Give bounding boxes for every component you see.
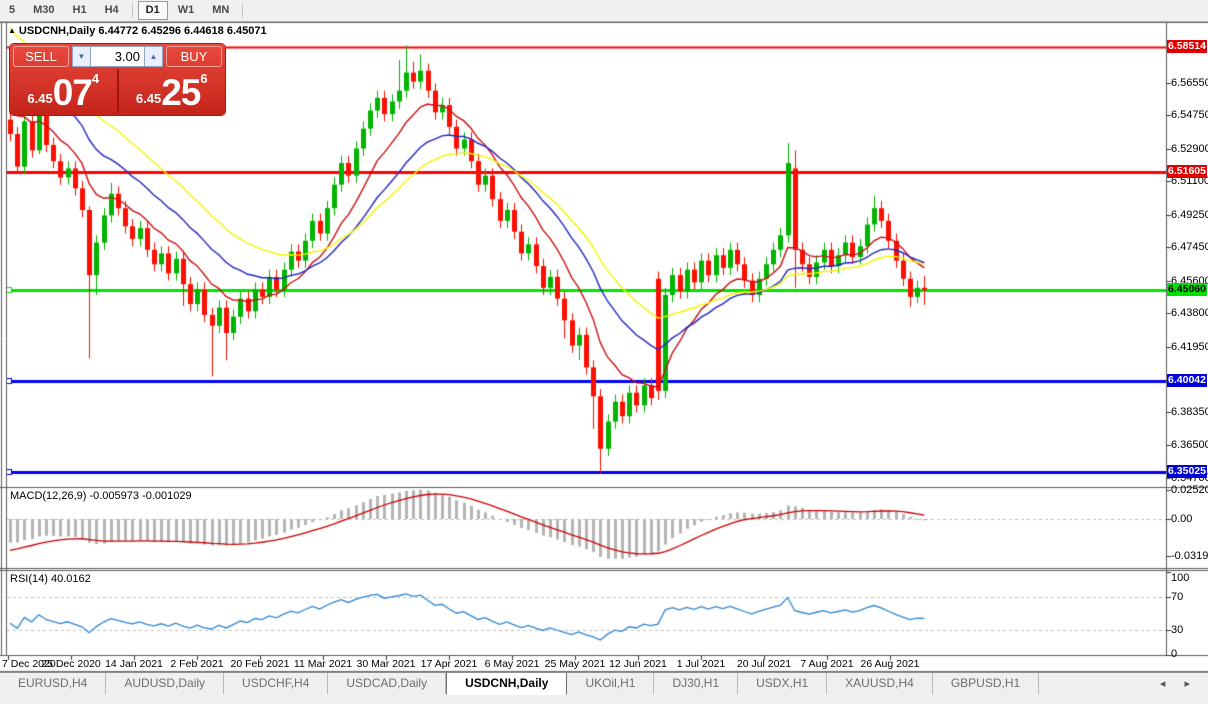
date-axis-label: 26 Aug 2021 bbox=[860, 658, 920, 670]
rsi-label: RSI(14) 40.0162 bbox=[10, 573, 91, 585]
terminal-window: 5 M30 H1 H4 D1 W1 MN ▲ USDCNH,Daily 6.44772 6.4… bbox=[0, 0, 1208, 704]
sell-price-main: 07 bbox=[52, 72, 93, 113]
timeframe-button-d1[interactable]: D1 bbox=[137, 1, 168, 20]
chart-tab-gbpusd[interactable]: GBPUSD,H1 bbox=[933, 673, 1040, 694]
price-level-badge: 6.35025 bbox=[1167, 465, 1207, 478]
buy-price-main: 25 bbox=[161, 72, 201, 113]
date-axis-label: 25 Dec 2020 bbox=[41, 658, 101, 670]
chart-tab-xauusd[interactable]: XAUUSD,H4 bbox=[827, 673, 933, 694]
chart-tab-eurusd[interactable]: EURUSD,H4 bbox=[0, 673, 107, 694]
rsi-axis-label: 100 bbox=[1171, 572, 1190, 584]
ohlc-values: 6.44772 6.45296 6.44618 6.45071 bbox=[98, 25, 267, 37]
rsi-axis-label: 70 bbox=[1171, 590, 1184, 603]
sell-price-display[interactable]: 6.45 07 4 bbox=[10, 69, 119, 113]
date-axis-label: 6 May 2021 bbox=[484, 658, 540, 670]
chart-tab-usdx[interactable]: USDX,H1 bbox=[738, 673, 828, 694]
buy-button[interactable]: BUY bbox=[166, 46, 222, 67]
date-axis-label: 12 Jun 2021 bbox=[609, 658, 667, 670]
timeframe-button-mn[interactable]: MN bbox=[204, 1, 237, 20]
date-axis-label: 20 Jul 2021 bbox=[736, 658, 792, 670]
date-axis-label: 30 Mar 2021 bbox=[356, 658, 416, 670]
chart-tab-usdchf[interactable]: USDCHF,H4 bbox=[224, 673, 329, 694]
timeframe-button-m30[interactable]: M30 bbox=[25, 1, 62, 20]
toolbar-separator bbox=[242, 3, 244, 18]
timeframe-button-h4[interactable]: H4 bbox=[97, 1, 127, 20]
chart-tab-bar: EURUSD,H4 AUDUSD,Daily USDCHF,H4 USDCAD,Dai… bbox=[0, 672, 1208, 704]
sell-button[interactable]: SELL bbox=[13, 46, 69, 67]
macd-axis-label: -0.031994 bbox=[1171, 549, 1208, 562]
price-axis-label: 6.47450 bbox=[1171, 241, 1208, 254]
timeframe-button-h1[interactable]: H1 bbox=[65, 1, 95, 20]
price-level-badge: 6.45060 bbox=[1167, 283, 1207, 296]
chart-tab-usdcad[interactable]: USDCAD,Daily bbox=[328, 673, 447, 694]
rsi-axis-label: 30 bbox=[1171, 624, 1184, 637]
sell-price-pip: 4 bbox=[91, 71, 100, 86]
chart-tab-dj30[interactable]: DJ30,H1 bbox=[654, 673, 739, 694]
chart-tab-usdcnh[interactable]: USDCNH,Daily bbox=[446, 673, 568, 695]
price-axis-label: 6.52900 bbox=[1171, 142, 1208, 155]
rsi-axis-label: 0 bbox=[1171, 648, 1178, 660]
price-axis-label: 6.54750 bbox=[1171, 109, 1208, 122]
price-level-badge: 6.40042 bbox=[1167, 374, 1207, 387]
price-axis-label: 6.43800 bbox=[1171, 307, 1208, 320]
date-axis-label: 11 Mar 2021 bbox=[293, 658, 353, 670]
price-level-badge: 6.58514 bbox=[1167, 40, 1207, 53]
macd-label: MACD(12,26,9) -0.005973 -0.001029 bbox=[10, 490, 192, 502]
date-axis-label: 1 Jul 2021 bbox=[676, 658, 726, 670]
one-click-trading-panel: SELL ▼ ▲ BUY 6.45074 6.45256 bbox=[10, 44, 225, 115]
chart-tab-ukoil[interactable]: UKOil,H1 bbox=[567, 673, 655, 694]
date-axis-label: 20 Feb 2021 bbox=[230, 658, 290, 670]
quote-header: ▲ USDCNH,Daily 6.44772 6.45296 6.44618 6.… bbox=[8, 25, 267, 37]
symbol-period-label: USDCNH,Daily bbox=[18, 25, 96, 37]
tab-scroll-arrows[interactable]: ◂ ▸ bbox=[1160, 673, 1208, 690]
macd-axis-label: 0.00 bbox=[1171, 513, 1193, 526]
price-axis-label: 6.36500 bbox=[1171, 439, 1208, 452]
volume-increase-button[interactable]: ▲ bbox=[144, 46, 163, 67]
volume-input[interactable] bbox=[91, 46, 144, 67]
price-axis-label: 6.41950 bbox=[1171, 340, 1208, 353]
price-axis-label: 6.49250 bbox=[1171, 208, 1208, 221]
price-axis-label: 6.56550 bbox=[1171, 76, 1208, 89]
buy-price-display[interactable]: 6.45 25 6 bbox=[119, 69, 226, 113]
sell-price-prefix: 6.45 bbox=[27, 91, 53, 106]
price-level-badge: 6.51605 bbox=[1167, 165, 1207, 178]
buy-price-pip: 6 bbox=[200, 71, 208, 86]
buy-price-prefix: 6.45 bbox=[135, 91, 162, 106]
chart-collapse-icon[interactable]: ▲ bbox=[8, 26, 16, 35]
macd-axis-label: 0.025209 bbox=[1171, 484, 1208, 497]
timeframe-button-w1[interactable]: W1 bbox=[170, 1, 203, 20]
date-axis-label: 7 Aug 2021 bbox=[800, 658, 854, 670]
timeframe-toolbar: 5 M30 H1 H4 D1 W1 MN bbox=[0, 0, 1208, 22]
date-axis-label: 25 May 2021 bbox=[544, 658, 606, 670]
tabbar-spacer bbox=[1039, 673, 1160, 694]
timeframe-button-5[interactable]: 5 bbox=[1, 1, 23, 20]
chart-tab-audusd[interactable]: AUDUSD,Daily bbox=[106, 673, 225, 694]
price-axis-label: 6.38350 bbox=[1171, 405, 1208, 418]
volume-decrease-button[interactable]: ▼ bbox=[72, 46, 91, 67]
date-axis-label: 17 Apr 2021 bbox=[420, 658, 478, 670]
date-axis-label: 2 Feb 2021 bbox=[170, 658, 224, 670]
toolbar-separator bbox=[131, 3, 133, 18]
date-axis-label: 14 Jan 2021 bbox=[105, 658, 163, 670]
